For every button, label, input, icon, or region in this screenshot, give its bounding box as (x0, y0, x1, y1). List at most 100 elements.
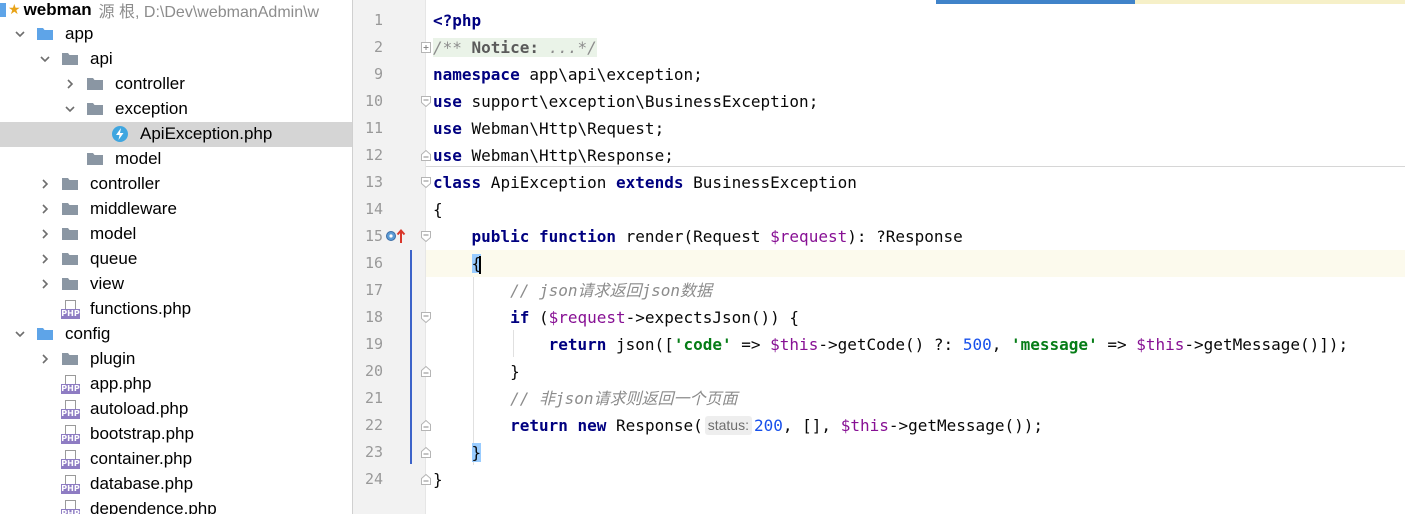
folder-icon (36, 325, 54, 343)
line-number[interactable]: 2 (353, 34, 383, 61)
project-root-folder-icon (0, 2, 6, 17)
line-number[interactable]: 21 (353, 385, 383, 412)
line-number[interactable]: 16 (353, 250, 383, 277)
line-number[interactable]: 20 (353, 358, 383, 385)
line-number[interactable]: 17 (353, 277, 383, 304)
tree-item-label: dependence.php (90, 499, 217, 514)
php-file-icon: PHP (61, 424, 80, 444)
chevron-down-icon[interactable] (14, 28, 26, 40)
tree-item-app[interactable]: app (0, 22, 352, 47)
chevron-right-icon[interactable] (39, 253, 51, 265)
tree-item-dependence-php[interactable]: PHP dependence.php (0, 497, 352, 514)
tree-item-api[interactable]: api (0, 47, 352, 72)
tree-item-app-php[interactable]: PHP app.php (0, 372, 352, 397)
php-file-icon: PHP (61, 499, 80, 514)
line-number[interactable]: 13 (353, 169, 383, 196)
tree-item-container-php[interactable]: PHP container.php (0, 447, 352, 472)
tree-item-label: view (90, 274, 125, 293)
line-number[interactable]: 11 (353, 115, 383, 142)
tree-item-label: controller (90, 174, 160, 193)
tree-item-apiexception-php[interactable]: ApiException.php (0, 122, 352, 147)
code-line-2[interactable]: /** Notice: ...*/ (426, 34, 1405, 61)
tree-item-database-php[interactable]: PHP database.php (0, 472, 352, 497)
tree-item-label: api (90, 49, 113, 68)
code-line-9[interactable]: namespace app\api\exception; (426, 61, 1405, 88)
tree-item-label: ApiException.php (140, 124, 273, 143)
folder-icon (36, 25, 54, 43)
code-line-20[interactable]: } (426, 358, 1405, 385)
chevron-right-icon[interactable] (39, 228, 51, 240)
php-file-icon: PHP (61, 374, 80, 394)
php-file-icon: PHP (61, 399, 80, 419)
line-number[interactable]: 22 (353, 412, 383, 439)
tree-item-label: database.php (90, 474, 194, 493)
code-line-13[interactable]: class ApiException extends BusinessExcep… (426, 169, 1405, 196)
code-line-11[interactable]: use Webman\Http\Request; (426, 115, 1405, 142)
project-root-row[interactable]: ★ webman 源 根, D:\Dev\webmanAdmin\w (0, 0, 319, 22)
code-line-1[interactable]: <?php (426, 7, 1405, 34)
line-number[interactable]: 14 (353, 196, 383, 223)
line-number[interactable]: 12 (353, 142, 383, 169)
code-line-16[interactable]: { (426, 250, 1405, 277)
code-line-12[interactable]: use Webman\Http\Response; (426, 142, 1405, 169)
tree-item-plugin[interactable]: plugin (0, 347, 352, 372)
chevron-right-icon[interactable] (39, 353, 51, 365)
code-line-22[interactable]: return new Response(status: 200, [], $thi… (426, 412, 1405, 439)
tree-item-view[interactable]: view (0, 272, 352, 297)
php-file-icon: PHP (61, 449, 80, 469)
line-number[interactable]: 15 (353, 223, 383, 250)
chevron-down-icon[interactable] (14, 328, 26, 340)
php-file-icon: PHP (61, 474, 80, 494)
code-line-19[interactable]: return json(['code' => $this->getCode() … (426, 331, 1405, 358)
tree-item-bootstrap-php[interactable]: PHP bootstrap.php (0, 422, 352, 447)
chevron-right-icon[interactable] (39, 178, 51, 190)
tree-item-label: controller (115, 74, 185, 93)
code-line-14[interactable]: { (426, 196, 1405, 223)
code-line-23[interactable]: } (426, 439, 1405, 466)
code-line-21[interactable]: // 非json请求则返回一个页面 (426, 385, 1405, 412)
code-editor[interactable]: 1 2 9 10 11 12 13 14 15 16 17 18 19 20 21 22 23 24 <?php … (352, 0, 1405, 514)
tree-item-controller[interactable]: controller (0, 72, 352, 97)
tree-item-label: app (65, 24, 94, 43)
chevron-right-icon[interactable] (39, 203, 51, 215)
tree-item-controller[interactable]: controller (0, 172, 352, 197)
code-line-17[interactable]: // json请求返回json数据 (426, 277, 1405, 304)
code-line-15[interactable]: public function render(Request $request)… (426, 223, 1405, 250)
line-number[interactable]: 23 (353, 439, 383, 466)
line-number[interactable]: 19 (353, 331, 383, 358)
code-line-24[interactable]: } (426, 466, 1405, 493)
php-file-icon: PHP (61, 299, 80, 319)
code-area[interactable]: <?php /** Notice: ...*/ namespace app\ap… (426, 0, 1405, 514)
tree-item-label: app.php (90, 374, 152, 393)
method-scope-bar (410, 250, 412, 464)
tree-item-autoload-php[interactable]: PHP autoload.php (0, 397, 352, 422)
folder-icon (86, 75, 104, 93)
folder-icon (61, 175, 79, 193)
line-number[interactable]: 18 (353, 304, 383, 331)
line-number[interactable]: 10 (353, 88, 383, 115)
chevron-right-icon[interactable] (64, 78, 76, 90)
tree-item-label: middleware (90, 199, 177, 218)
folder-icon (61, 250, 79, 268)
tree-item-label: plugin (90, 349, 136, 368)
tree-item-label: exception (115, 99, 188, 118)
tree-item-functions-php[interactable]: PHP functions.php (0, 297, 352, 322)
chevron-right-icon[interactable] (39, 278, 51, 290)
code-line-10[interactable]: use support\exception\BusinessException; (426, 88, 1405, 115)
chevron-down-icon[interactable] (64, 103, 76, 115)
project-root-name: webman (23, 0, 92, 19)
line-number[interactable]: 9 (353, 61, 383, 88)
tree-item-config[interactable]: config (0, 322, 352, 347)
tree-item-exception[interactable]: exception (0, 97, 352, 122)
line-number[interactable]: 1 (353, 7, 383, 34)
code-line-18[interactable]: if ($request->expectsJson()) { (426, 304, 1405, 331)
tree-item-middleware[interactable]: middleware (0, 197, 352, 222)
chevron-down-icon[interactable] (39, 53, 51, 65)
tree-item-model[interactable]: model (0, 147, 352, 172)
favorite-star-icon: ★ (8, 1, 21, 17)
tree-item-model[interactable]: model (0, 222, 352, 247)
line-number[interactable]: 24 (353, 466, 383, 493)
editor-gutter[interactable]: 1 2 9 10 11 12 13 14 15 16 17 18 19 20 21 22 23 24 (353, 0, 431, 514)
overrides-method-icon[interactable] (385, 227, 407, 245)
tree-item-queue[interactable]: queue (0, 247, 352, 272)
